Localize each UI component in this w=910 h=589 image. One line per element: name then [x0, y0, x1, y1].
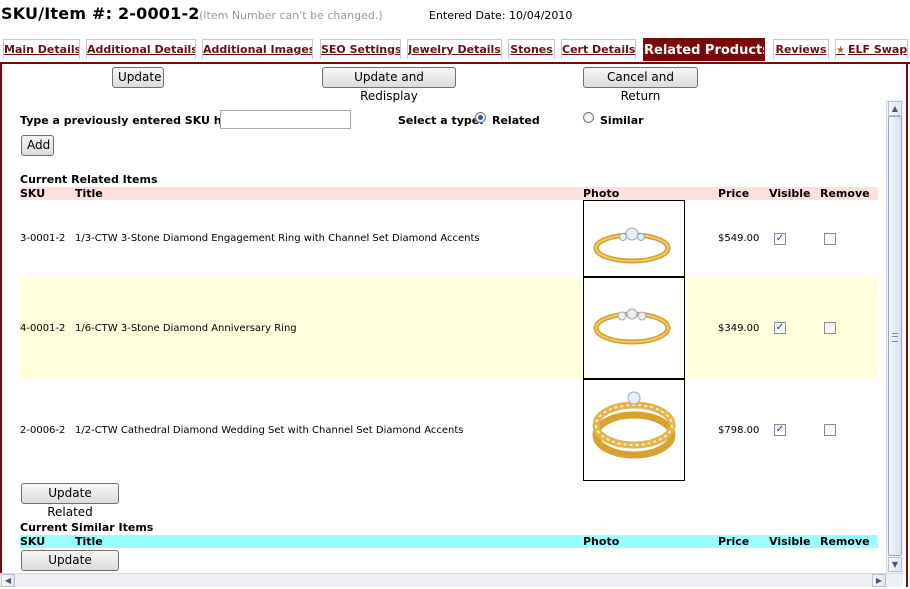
product-photo — [583, 277, 685, 379]
row-price: $549.00 — [718, 233, 760, 244]
row-sku: 2-0006-2 — [20, 425, 66, 436]
star-icon: ★ — [836, 45, 845, 56]
tab-main-details[interactable]: Main Details — [3, 39, 80, 59]
col-title: Title — [75, 187, 103, 200]
col-remove: Remove — [820, 187, 870, 200]
row-sku: 4-0001-2 — [20, 323, 66, 334]
col-photo: Photo — [583, 535, 620, 548]
table-row: 4-0001-2 1/6-CTW 3-Stone Diamond Anniver… — [20, 277, 878, 379]
ring-image — [592, 391, 676, 459]
type-related-radio[interactable] — [475, 112, 486, 123]
col-remove: Remove — [820, 535, 870, 548]
vertical-scrollbar[interactable]: ▲ ▼ — [886, 100, 903, 573]
scroll-down-icon[interactable]: ▼ — [888, 557, 902, 572]
visible-checkbox[interactable]: ✓ — [774, 322, 786, 334]
tab-related-products[interactable]: Related Products — [643, 38, 765, 61]
horizontal-scrollbar[interactable]: ◀ ▶ — [0, 573, 903, 587]
tab-elf-swap-label: ELF Swap — [847, 43, 908, 56]
similar-column-header: SKU Title Photo Price Visible Remove — [20, 535, 878, 548]
tab-reviews[interactable]: Reviews — [773, 39, 829, 59]
row-title: 1/6-CTW 3-Stone Diamond Anniversary Ring — [75, 323, 297, 334]
scroll-thumb[interactable] — [888, 116, 902, 556]
ring-image — [593, 227, 671, 264]
entered-date: Entered Date: 10/04/2010 — [429, 9, 573, 22]
visible-checkbox[interactable]: ✓ — [774, 424, 786, 436]
row-title: 1/2-CTW Cathedral Diamond Wedding Set wi… — [75, 425, 464, 436]
page-header: SKU/Item #: 2-0001-2 (Item Number can't … — [0, 0, 910, 34]
scroll-left-icon[interactable]: ◀ — [1, 574, 15, 587]
tab-stones[interactable]: Stones — [508, 39, 555, 59]
product-photo — [583, 379, 685, 481]
tab-seo-settings[interactable]: SEO Settings — [320, 39, 401, 59]
tab-jewelry-details[interactable]: Jewelry Details — [407, 39, 502, 59]
row-price: $798.00 — [718, 425, 760, 436]
col-title: Title — [75, 535, 103, 548]
col-price: Price — [718, 187, 750, 200]
type-prompt-label: Select a type: — [398, 114, 484, 127]
col-photo: Photo — [583, 187, 620, 200]
scroll-up-icon[interactable]: ▲ — [888, 101, 902, 116]
remove-checkbox[interactable] — [824, 322, 836, 334]
sku-note: (Item Number can't be changed.) — [199, 9, 383, 22]
update-button[interactable]: Update — [112, 67, 164, 88]
update-redisplay-button[interactable]: Update and Redisplay — [322, 67, 456, 103]
row-title: 1/3-CTW 3-Stone Diamond Engagement Ring … — [75, 233, 480, 244]
ring-image — [593, 308, 671, 345]
related-column-header: SKU Title Photo Price Visible Remove — [20, 187, 878, 200]
col-visible: Visible — [769, 535, 811, 548]
cancel-return-button[interactable]: Cancel and Return — [583, 67, 698, 103]
table-row: 2-0006-2 1/2-CTW Cathedral Diamond Weddi… — [20, 379, 878, 481]
row-price: $349.00 — [718, 323, 760, 334]
tab-additional-images[interactable]: Additional Images — [202, 39, 313, 59]
type-similar-label: Similar — [600, 114, 644, 127]
type-related-label: Related — [492, 114, 540, 127]
related-section-title: Current Related Items — [20, 173, 158, 186]
add-button[interactable]: Add — [21, 135, 54, 156]
scroll-right-icon[interactable]: ▶ — [872, 574, 886, 587]
tab-bar: Main Details Additional Details Addition… — [0, 38, 910, 64]
tab-additional-details[interactable]: Additional Details — [86, 39, 196, 59]
sku-prompt-label: Type a previously entered SKU here: — [20, 114, 247, 127]
type-similar-radio[interactable] — [583, 112, 594, 123]
sku-input[interactable] — [220, 110, 351, 129]
product-photo — [583, 200, 685, 277]
grip-icon — [892, 333, 898, 342]
tab-elf-swap[interactable]: ★ ELF Swap — [835, 39, 908, 59]
col-visible: Visible — [769, 187, 811, 200]
update-similar-button[interactable]: Update Related — [21, 550, 119, 586]
sku-title: SKU/Item #: 2-0001-2 — [1, 4, 200, 23]
update-related-button[interactable]: Update Related — [21, 483, 119, 519]
tab-cert-details[interactable]: Cert Details — [561, 39, 636, 59]
table-row: 3-0001-2 1/3-CTW 3-Stone Diamond Engagem… — [20, 200, 878, 277]
remove-checkbox[interactable] — [824, 233, 836, 245]
col-price: Price — [718, 535, 750, 548]
col-sku: SKU — [20, 187, 46, 200]
col-sku: SKU — [20, 535, 46, 548]
row-sku: 3-0001-2 — [20, 233, 66, 244]
visible-checkbox[interactable]: ✓ — [774, 233, 786, 245]
remove-checkbox[interactable] — [824, 424, 836, 436]
similar-section-title: Current Similar Items — [20, 521, 154, 534]
